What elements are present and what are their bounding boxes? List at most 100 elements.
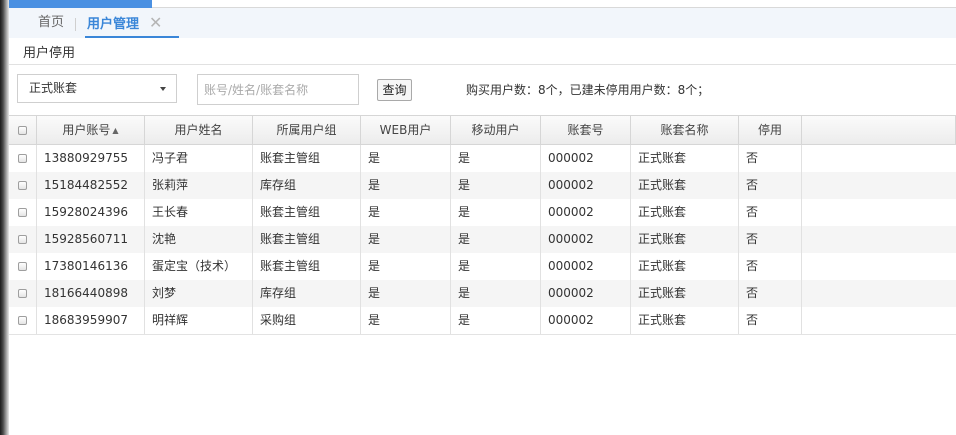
cell-filler [802, 172, 956, 199]
cell-name: 王长春 [145, 199, 253, 226]
cell-name: 沈艳 [145, 226, 253, 253]
cell-filler [802, 253, 956, 280]
cell-web-user: 是 [361, 280, 451, 307]
column-header-web-user[interactable]: WEB用户 [361, 116, 451, 144]
table-row[interactable]: 18166440898 刘梦 库存组 是 是 000002 正式账套 否 [9, 280, 956, 307]
tab-bar: 首页 用户管理 ✕ [9, 8, 956, 38]
search-input[interactable] [197, 74, 359, 105]
row-select[interactable] [9, 199, 37, 226]
cell-account: 17380146136 [37, 253, 145, 280]
cell-set-number: 000002 [541, 172, 631, 199]
cell-set-number: 000002 [541, 307, 631, 334]
cell-set-number: 000002 [541, 280, 631, 307]
cell-group: 账套主管组 [253, 199, 361, 226]
cell-group: 账套主管组 [253, 145, 361, 172]
cell-web-user: 是 [361, 145, 451, 172]
table-header-row: 用户账号 ▲ 用户姓名 所属用户组 WEB用户 移动用户 账套号 账套名称 停用 [9, 116, 956, 145]
cell-disabled: 否 [739, 253, 802, 280]
header-divider [9, 64, 956, 65]
query-button[interactable]: 查询 [377, 79, 412, 101]
user-table: 用户账号 ▲ 用户姓名 所属用户组 WEB用户 移动用户 账套号 账套名称 停用 … [9, 115, 956, 335]
cell-web-user: 是 [361, 307, 451, 334]
checkbox-icon[interactable] [18, 289, 27, 298]
column-header-set-number[interactable]: 账套号 [541, 116, 631, 144]
tab-separator [75, 18, 76, 31]
column-header-set-name[interactable]: 账套名称 [631, 116, 739, 144]
cell-disabled: 否 [739, 172, 802, 199]
cell-group: 账套主管组 [253, 226, 361, 253]
row-select[interactable] [9, 145, 37, 172]
account-set-selected-value: 正式账套 [29, 81, 78, 95]
table-row[interactable]: 17380146136 蛋定宝（技术） 账套主管组 是 是 000002 正式账… [9, 253, 956, 280]
cell-web-user: 是 [361, 172, 451, 199]
cell-filler [802, 307, 956, 334]
cell-set-name: 正式账套 [631, 253, 739, 280]
column-header-mobile-user[interactable]: 移动用户 [451, 116, 541, 144]
account-set-select[interactable]: 正式账套 [17, 74, 177, 103]
window-left-edge [0, 0, 9, 435]
cell-disabled: 否 [739, 199, 802, 226]
tab-user-management[interactable]: 用户管理 ✕ [85, 8, 179, 38]
header-select-all[interactable] [9, 116, 37, 144]
row-select[interactable] [9, 307, 37, 334]
row-select[interactable] [9, 280, 37, 307]
cell-mobile-user: 是 [451, 280, 541, 307]
cell-mobile-user: 是 [451, 226, 541, 253]
checkbox-icon[interactable] [18, 208, 27, 217]
cell-disabled: 否 [739, 307, 802, 334]
cell-set-number: 000002 [541, 199, 631, 226]
column-header-account[interactable]: 用户账号 ▲ [37, 116, 145, 144]
cell-name: 明祥辉 [145, 307, 253, 334]
column-header-disabled[interactable]: 停用 [739, 116, 802, 144]
checkbox-icon[interactable] [18, 262, 27, 271]
cell-set-name: 正式账套 [631, 307, 739, 334]
cell-account: 15928024396 [37, 199, 145, 226]
table-row[interactable]: 13880929755 冯子君 账套主管组 是 是 000002 正式账套 否 [9, 145, 956, 172]
row-select[interactable] [9, 253, 37, 280]
cell-set-name: 正式账套 [631, 280, 739, 307]
cell-name: 张莉萍 [145, 172, 253, 199]
cell-account: 18683959907 [37, 307, 145, 334]
top-accent-bar [9, 0, 152, 8]
cell-web-user: 是 [361, 253, 451, 280]
cell-group: 采购组 [253, 307, 361, 334]
cell-filler [802, 280, 956, 307]
cell-filler [802, 199, 956, 226]
cell-account: 15928560711 [37, 226, 145, 253]
cell-account: 13880929755 [37, 145, 145, 172]
cell-set-name: 正式账套 [631, 226, 739, 253]
checkbox-icon[interactable] [18, 181, 27, 190]
column-header-name[interactable]: 用户姓名 [145, 116, 253, 144]
cell-set-number: 000002 [541, 226, 631, 253]
checkbox-icon[interactable] [18, 154, 27, 163]
caret-down-icon [160, 87, 166, 91]
row-select[interactable] [9, 172, 37, 199]
column-header-group[interactable]: 所属用户组 [253, 116, 361, 144]
cell-web-user: 是 [361, 199, 451, 226]
cell-account: 15184482552 [37, 172, 145, 199]
cell-set-name: 正式账套 [631, 145, 739, 172]
cell-web-user: 是 [361, 226, 451, 253]
page-title: 用户停用 [23, 46, 76, 61]
user-count-summary: 购买用户数：8个，已建未停用用户数：8个； [466, 83, 710, 97]
cell-set-number: 000002 [541, 145, 631, 172]
table-row[interactable]: 15928024396 王长春 账套主管组 是 是 000002 正式账套 否 [9, 199, 956, 226]
table-row[interactable]: 15184482552 张莉萍 库存组 是 是 000002 正式账套 否 [9, 172, 956, 199]
row-select[interactable] [9, 226, 37, 253]
close-icon[interactable]: ✕ [149, 13, 162, 32]
cell-disabled: 否 [739, 226, 802, 253]
checkbox-icon[interactable] [18, 235, 27, 244]
cell-set-name: 正式账套 [631, 199, 739, 226]
tab-user-management-label: 用户管理 [87, 17, 140, 32]
checkbox-icon[interactable] [18, 125, 27, 135]
cell-name: 冯子君 [145, 145, 253, 172]
table-row[interactable]: 18683959907 明祥辉 采购组 是 是 000002 正式账套 否 [9, 307, 956, 334]
tab-home[interactable]: 首页 [38, 8, 64, 36]
cell-mobile-user: 是 [451, 253, 541, 280]
cell-mobile-user: 是 [451, 199, 541, 226]
checkbox-icon[interactable] [18, 316, 27, 325]
table-row[interactable]: 15928560711 沈艳 账套主管组 是 是 000002 正式账套 否 [9, 226, 956, 253]
cell-mobile-user: 是 [451, 307, 541, 334]
cell-set-number: 000002 [541, 253, 631, 280]
column-header-filler [802, 116, 956, 144]
